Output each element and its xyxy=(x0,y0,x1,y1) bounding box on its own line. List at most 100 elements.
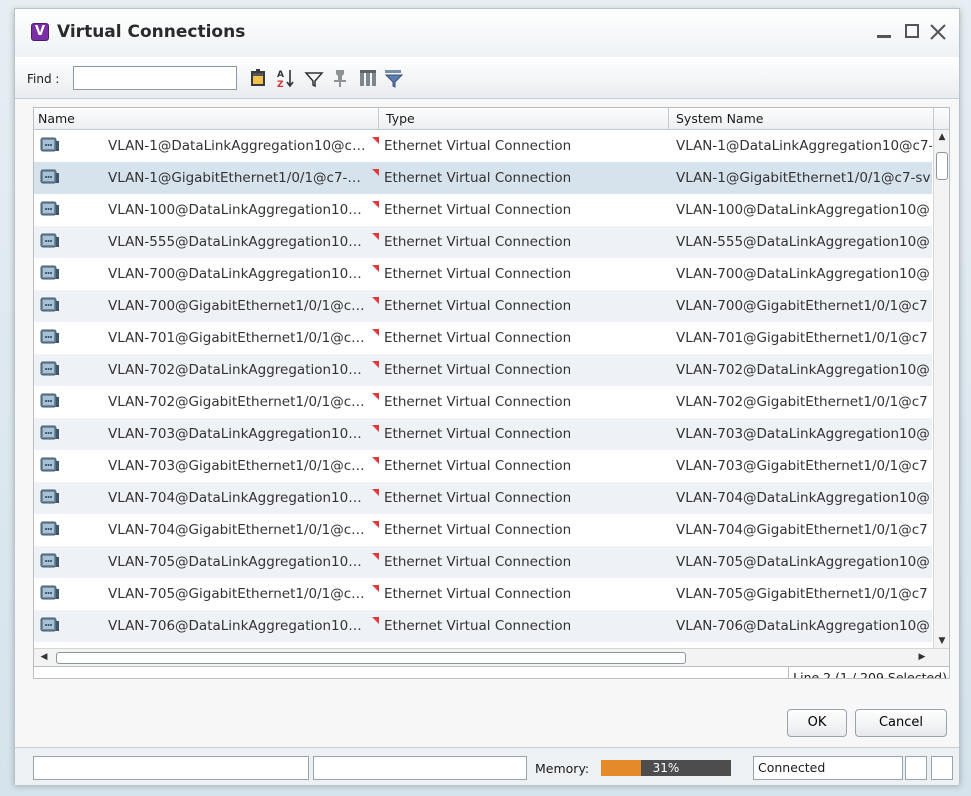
virtual-connection-icon xyxy=(40,233,59,248)
table-row[interactable]: VLAN-704@GigabitEthernet1/0/1@c… Ethernet… xyxy=(34,514,932,546)
table-row[interactable]: VLAN-700@DataLinkAggregation10… Ethernet … xyxy=(34,258,932,290)
minimize-icon xyxy=(877,35,891,38)
columns-icon xyxy=(360,70,376,86)
status-field xyxy=(931,756,953,780)
table-row[interactable]: VLAN-555@DataLinkAggregation10… Ethernet … xyxy=(34,226,932,258)
connection-name: VLAN-705@GigabitEthernet1/0/1@c… xyxy=(108,586,365,602)
column-divider[interactable] xyxy=(668,108,669,130)
columns-button[interactable] xyxy=(357,67,379,89)
connection-type: Ethernet Virtual Connection xyxy=(384,586,572,602)
virtual-connection-icon xyxy=(40,425,59,440)
connection-system-name: VLAN-555@DataLinkAggregation10@ xyxy=(676,234,930,250)
truncated-indicator-icon xyxy=(372,137,379,144)
clear-filter-button[interactable] xyxy=(383,67,405,89)
connection-name: VLAN-704@DataLinkAggregation10… xyxy=(108,490,362,506)
table-row[interactable]: VLAN-701@GigabitEthernet1/0/1@c… Ethernet… xyxy=(34,322,932,354)
vertical-scrollbar[interactable]: ▲ ▼ xyxy=(933,130,949,648)
table-row[interactable]: VLAN-703@DataLinkAggregation10… Ethernet … xyxy=(34,418,932,450)
connection-name: VLAN-555@DataLinkAggregation10… xyxy=(108,234,362,250)
line-info: Line 2 (1 / 209 Selected) xyxy=(788,667,949,678)
cancel-button[interactable]: Cancel xyxy=(855,709,947,737)
filter-button[interactable] xyxy=(303,67,325,89)
horizontal-scrollbar[interactable]: ◀ ▶ xyxy=(34,648,949,666)
connection-type: Ethernet Virtual Connection xyxy=(384,170,572,186)
truncated-indicator-icon xyxy=(372,425,379,432)
toolbar: Find : A Z xyxy=(15,57,959,99)
connection-system-name: VLAN-705@DataLinkAggregation10@ xyxy=(676,554,930,570)
selection-status: Line 2 (1 / 209 Selected) xyxy=(34,666,949,678)
table-row[interactable]: VLAN-700@GigabitEthernet1/0/1@c… Ethernet… xyxy=(34,290,932,322)
ok-button[interactable]: OK xyxy=(787,709,847,737)
connection-system-name: VLAN-702@DataLinkAggregation10@ xyxy=(676,362,930,378)
connection-type: Ethernet Virtual Connection xyxy=(384,554,572,570)
export-icon xyxy=(251,69,265,86)
virtual-connection-icon xyxy=(40,585,59,600)
table-row[interactable]: VLAN-702@DataLinkAggregation10… Ethernet … xyxy=(34,354,932,386)
table-row[interactable]: VLAN-1@GigabitEthernet1/0/1@c7-… Ethernet… xyxy=(34,162,932,194)
connection-name: VLAN-702@GigabitEthernet1/0/1@c… xyxy=(108,394,365,410)
table-row[interactable]: VLAN-705@GigabitEthernet1/0/1@c… Ethernet… xyxy=(34,578,932,610)
export-button[interactable] xyxy=(247,67,269,89)
connection-type: Ethernet Virtual Connection xyxy=(384,522,572,538)
connection-status: Connected xyxy=(753,756,903,780)
connection-system-name: VLAN-1@DataLinkAggregation10@c7- xyxy=(676,138,932,154)
sort-button[interactable]: A Z xyxy=(275,67,297,89)
table-row[interactable]: VLAN-705@DataLinkAggregation10… Ethernet … xyxy=(34,546,932,578)
status-field xyxy=(905,756,927,780)
table-row[interactable]: VLAN-703@GigabitEthernet1/0/1@c… Ethernet… xyxy=(34,450,932,482)
column-header-name[interactable]: Name xyxy=(38,111,75,126)
virtual-connections-window: V Virtual Connections Find : A Z Name Ty… xyxy=(14,8,960,785)
title-bar[interactable]: V Virtual Connections xyxy=(15,9,959,57)
connection-system-name: VLAN-703@DataLinkAggregation10@ xyxy=(676,426,930,442)
find-input[interactable] xyxy=(73,66,237,90)
sort-icon: A Z xyxy=(277,70,294,89)
table-row[interactable]: VLAN-1@DataLinkAggregation10@c… Ethernet … xyxy=(34,130,932,162)
table-row[interactable]: VLAN-702@GigabitEthernet1/0/1@c… Ethernet… xyxy=(34,386,932,418)
scroll-up-icon[interactable]: ▲ xyxy=(934,132,949,142)
scroll-left-icon[interactable]: ◀ xyxy=(36,652,52,662)
connection-name: VLAN-700@DataLinkAggregation10… xyxy=(108,266,362,282)
connection-name: VLAN-701@GigabitEthernet1/0/1@c… xyxy=(108,330,365,346)
vertical-scroll-thumb[interactable] xyxy=(936,152,948,180)
horizontal-scroll-thumb[interactable] xyxy=(56,652,686,664)
virtual-connection-icon xyxy=(40,297,59,312)
minimize-button[interactable] xyxy=(873,19,895,43)
connection-name: VLAN-703@DataLinkAggregation10… xyxy=(108,426,362,442)
truncated-indicator-icon xyxy=(372,329,379,336)
connection-system-name: VLAN-702@GigabitEthernet1/0/1@c7 xyxy=(676,394,928,410)
virtual-connection-icon xyxy=(40,137,59,152)
close-button[interactable] xyxy=(927,19,949,43)
connection-name: VLAN-1@GigabitEthernet1/0/1@c7-… xyxy=(108,170,361,186)
connection-type: Ethernet Virtual Connection xyxy=(384,266,572,282)
connection-type: Ethernet Virtual Connection xyxy=(384,618,572,634)
virtual-connection-icon xyxy=(40,617,59,632)
status-field xyxy=(33,756,309,780)
svg-text:A: A xyxy=(277,70,284,80)
pin-icon xyxy=(334,70,346,87)
connection-name: VLAN-706@DataLinkAggregation10… xyxy=(108,618,362,634)
connection-system-name: VLAN-704@GigabitEthernet1/0/1@c7 xyxy=(676,522,928,538)
connection-name: VLAN-703@GigabitEthernet1/0/1@c… xyxy=(108,458,365,474)
scroll-right-icon[interactable]: ▶ xyxy=(914,652,930,662)
close-icon xyxy=(930,24,946,40)
column-header-type[interactable]: Type xyxy=(386,111,415,126)
truncated-indicator-icon xyxy=(372,297,379,304)
app-logo-icon: V xyxy=(31,23,49,41)
table-row[interactable]: VLAN-706@DataLinkAggregation10… Ethernet … xyxy=(34,610,932,642)
connection-type: Ethernet Virtual Connection xyxy=(384,234,572,250)
scroll-down-icon[interactable]: ▼ xyxy=(934,636,949,646)
truncated-indicator-icon xyxy=(372,201,379,208)
column-header-system-name[interactable]: System Name xyxy=(676,111,763,126)
table-row[interactable]: VLAN-100@DataLinkAggregation10… Ethernet … xyxy=(34,194,932,226)
truncated-indicator-icon xyxy=(372,361,379,368)
table-row[interactable]: VLAN-704@DataLinkAggregation10… Ethernet … xyxy=(34,482,932,514)
memory-bar: 31% xyxy=(601,760,731,776)
pin-button[interactable] xyxy=(329,67,351,89)
column-divider[interactable] xyxy=(378,108,379,130)
connection-type: Ethernet Virtual Connection xyxy=(384,298,572,314)
truncated-indicator-icon xyxy=(372,489,379,496)
connection-type: Ethernet Virtual Connection xyxy=(384,330,572,346)
connection-name: VLAN-705@DataLinkAggregation10… xyxy=(108,554,362,570)
window-title: Virtual Connections xyxy=(57,22,246,42)
maximize-button[interactable] xyxy=(901,19,923,43)
